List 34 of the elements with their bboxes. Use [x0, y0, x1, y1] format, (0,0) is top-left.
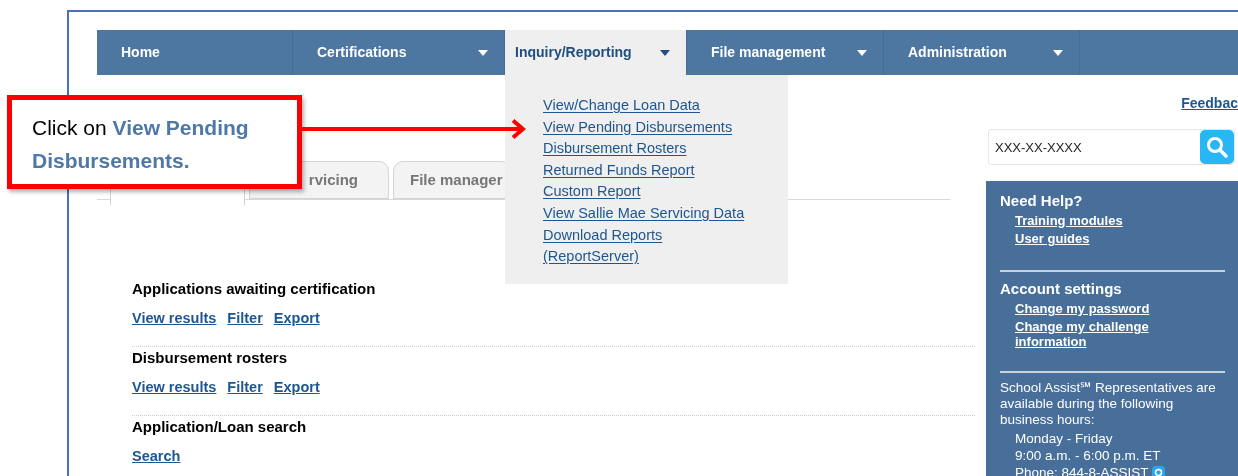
nav-item[interactable]: Home	[97, 30, 293, 75]
hours-text: School Assist℠ Representatives are available during the following business hours:	[1000, 380, 1217, 428]
menu-link[interactable]: Returned Funds Report	[543, 159, 695, 182]
menu-link[interactable]: Custom Report	[543, 181, 641, 203]
section-title: Applications awaiting certification	[132, 279, 376, 299]
result-link[interactable]: View results	[132, 309, 217, 327]
nav-item[interactable]: Administration	[884, 30, 1080, 75]
search-icon	[1206, 136, 1228, 158]
panel-heading: Need Help?	[1000, 191, 1083, 211]
help-link[interactable]: User guides	[1015, 231, 1090, 246]
nav-item[interactable]: File management	[687, 30, 884, 75]
menu-link[interactable]: View Pending Disbursements	[543, 116, 733, 139]
result-link[interactable]: Filter	[227, 309, 263, 327]
menu-link[interactable]: View Sallie Mae Servicing Data	[543, 202, 745, 225]
menu-link[interactable]: Download Reports (ReportServer)	[543, 224, 749, 268]
hours-line: Monday - Friday	[1015, 430, 1113, 447]
help-link[interactable]: Change my challenge information	[1015, 319, 1175, 349]
result-link[interactable]: Export	[273, 309, 320, 327]
callout-text: Click on View Pending Disbursements.	[32, 115, 250, 174]
panel-heading: Account settings	[1000, 279, 1122, 299]
result-link[interactable]: Export	[273, 378, 320, 396]
call-icon	[1151, 466, 1165, 476]
result-link[interactable]: View results	[132, 378, 217, 396]
result-link[interactable]: Search	[132, 447, 181, 465]
menu-link[interactable]: Disbursement Rosters	[543, 138, 687, 160]
hours-line: 9:00 a.m. - 6:00 p.m. ET	[1015, 447, 1161, 464]
section-title: Application/Loan search	[132, 417, 307, 437]
help-link[interactable]: Change my password	[1015, 301, 1150, 316]
section-title: Disbursement rosters	[132, 348, 288, 368]
menu-link[interactable]: View/Change Loan Data	[543, 95, 700, 117]
result-link[interactable]: Filter	[227, 378, 263, 396]
search-button[interactable]	[1200, 130, 1234, 164]
help-link[interactable]: Training modules	[1015, 213, 1123, 228]
feedback-link[interactable]: Feedbac	[1181, 93, 1238, 113]
